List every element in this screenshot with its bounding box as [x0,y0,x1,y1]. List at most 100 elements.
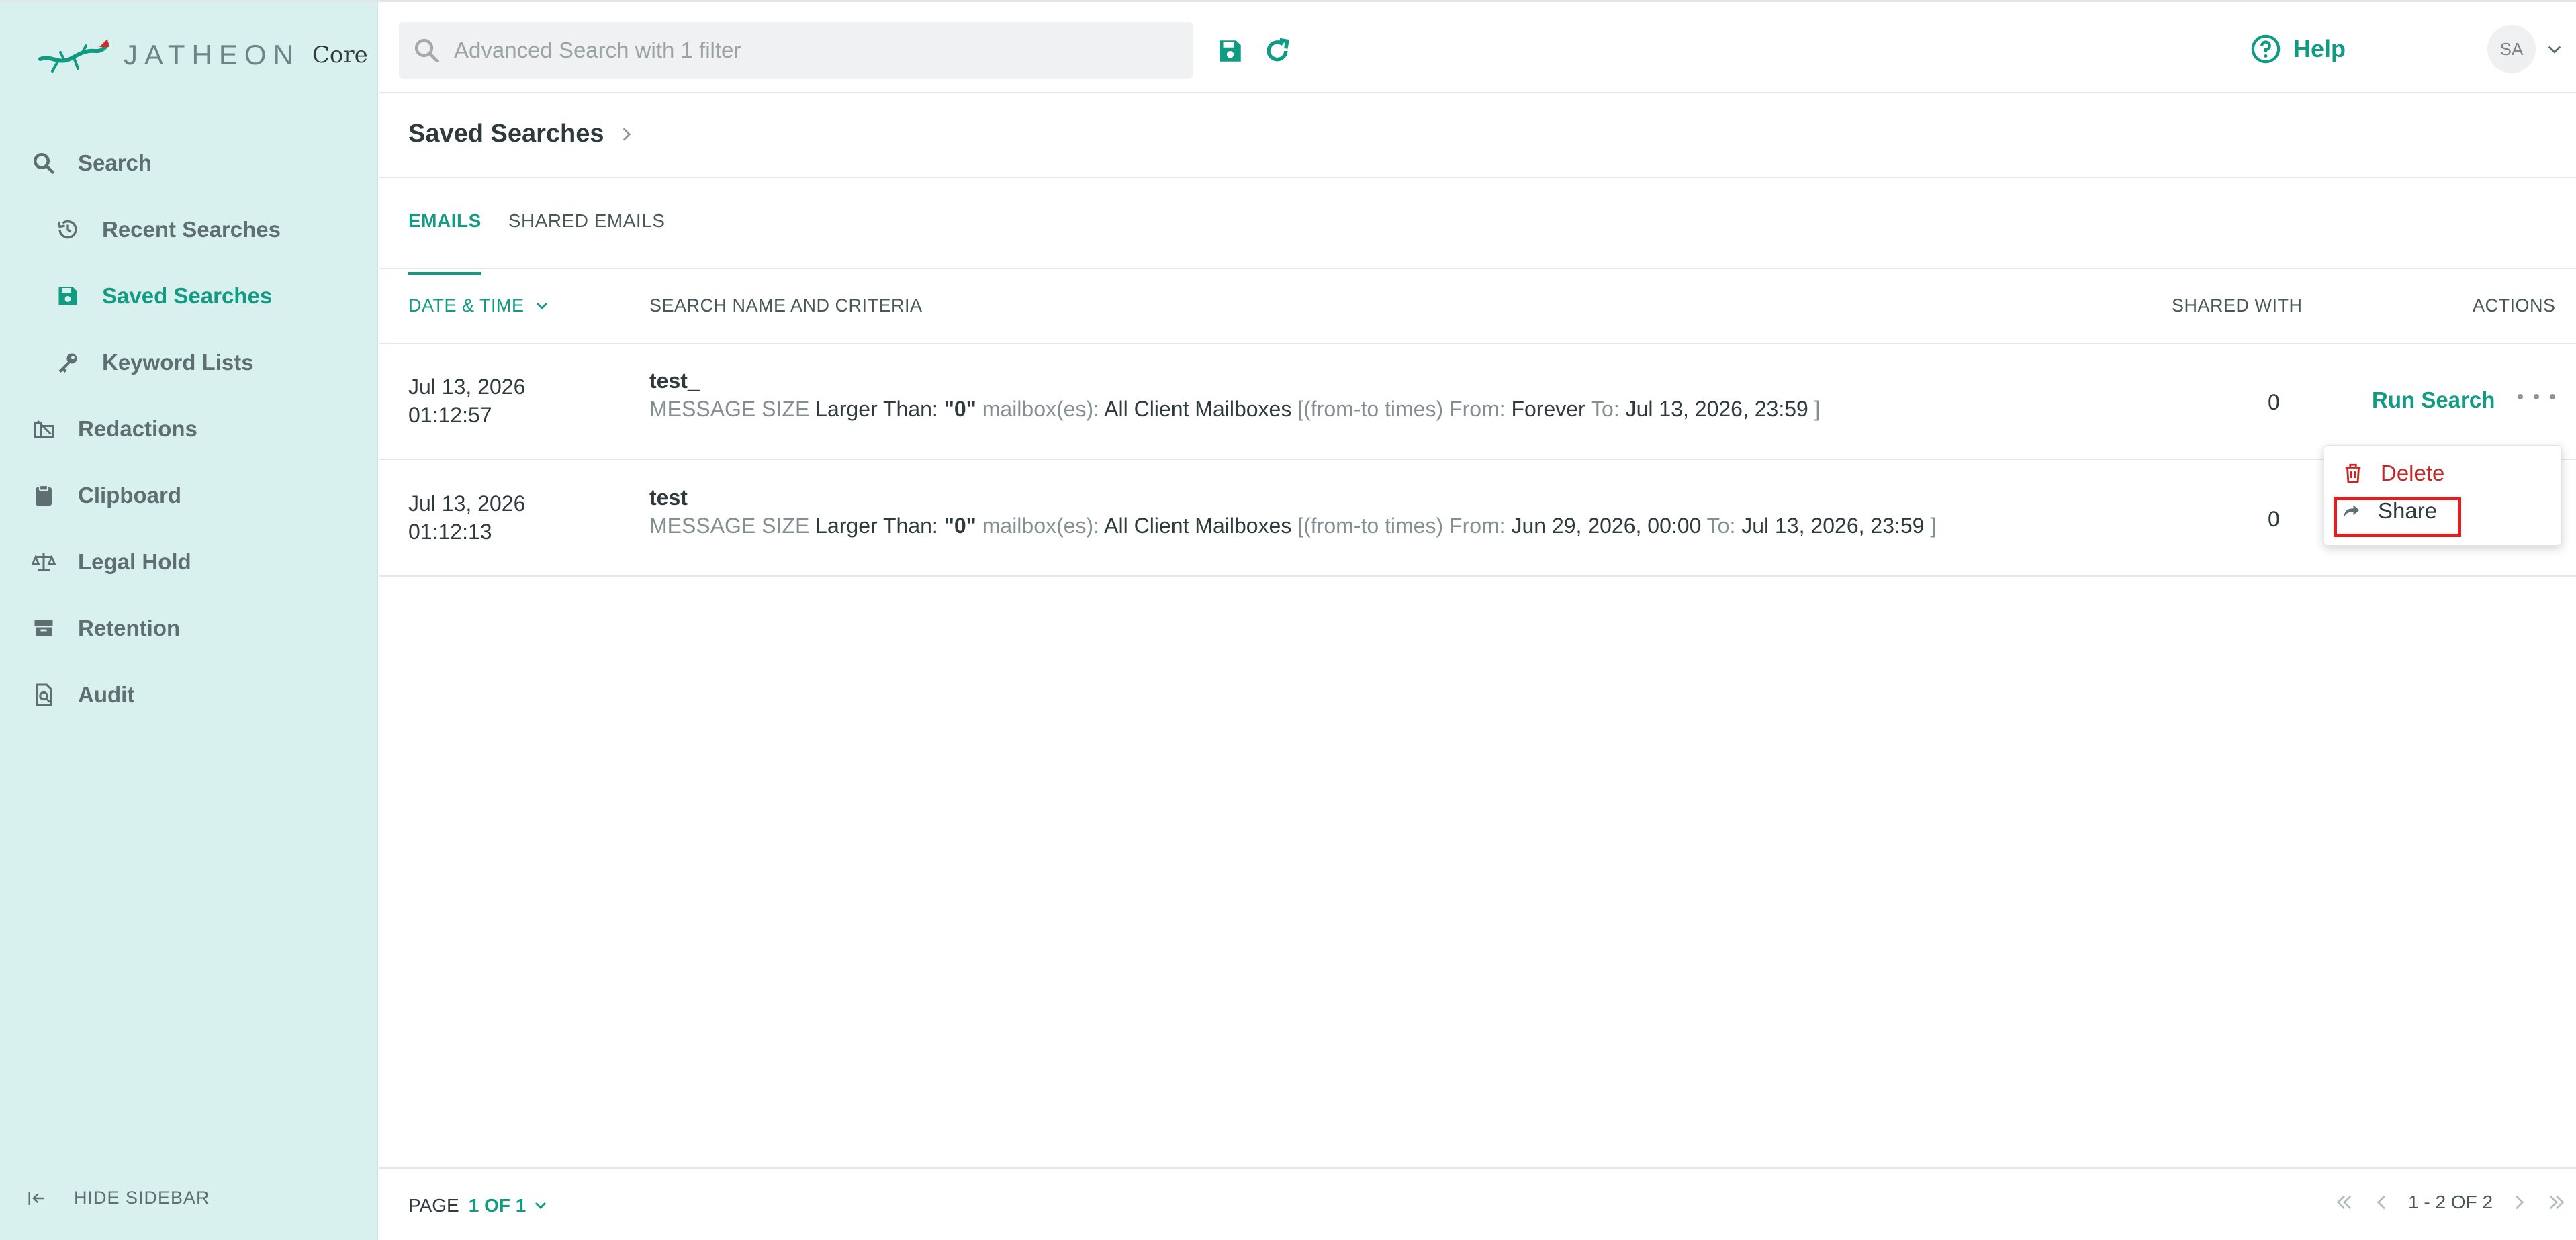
criteria-value: Jul 13, 2026, 23:59 [1741,514,1925,538]
criteria-label: [(from-to times) From: [1297,397,1506,421]
sidebar-item-label: Legal Hold [78,549,191,574]
search-icon [414,38,439,63]
floppy-disk-icon [1220,40,1241,62]
collapse-left-icon [28,1191,44,1205]
key-icon [54,348,82,377]
last-page-button[interactable] [2545,1189,2568,1216]
more-actions-button[interactable] [2518,383,2555,410]
sidebar-item-keyword-lists[interactable]: Keyword Lists [0,329,378,395]
page-label: PAGE [408,1195,459,1216]
dot [2518,394,2523,399]
audit-icon [30,681,58,709]
prev-page-button[interactable] [2371,1189,2393,1216]
chevron-down-icon [536,302,547,309]
search-bar[interactable] [399,22,1193,79]
sidebar-item-search[interactable]: Search [0,130,378,196]
help-circle-icon [2251,34,2281,64]
next-page-button[interactable] [2508,1189,2530,1216]
sidebar-item-label: Clipboard [78,482,181,508]
criteria-value: All Client Mailboxes [1104,397,1292,421]
criteria-value: Jun 29, 2026, 00:00 [1511,514,1702,538]
refresh-button[interactable] [1260,34,1294,68]
chevron-down-icon [2548,46,2561,54]
breadcrumb: Saved Searches [408,120,635,148]
search-name: test_ [649,369,700,393]
criteria-label: ] [1930,514,1937,538]
brand-name: JATHEON [124,39,300,70]
floppy-disk-icon [54,282,82,310]
help-button[interactable]: Help [2250,29,2346,69]
criteria-value: Larger Than: [815,397,938,421]
first-page-button[interactable] [2333,1189,2356,1216]
delete-menu-item[interactable]: Delete [2342,461,2444,486]
sidebar-item-clipboard[interactable]: Clipboard [0,462,378,528]
scale-icon [30,548,58,576]
brand-logo[interactable]: JATHEON Core [38,32,368,79]
hide-sidebar-button[interactable]: HIDE SIDEBAR [27,1188,210,1208]
tab-emails[interactable]: EMAILS [408,210,481,275]
history-icon [54,216,82,244]
archive-icon [30,614,58,642]
column-header-date[interactable]: DATE & TIME [408,295,550,316]
page-select[interactable]: 1 OF 1 [469,1195,549,1217]
double-chevron-right-icon [2549,1195,2565,1210]
search-criteria: MESSAGE SIZE Larger Than: "0" mailbox(es… [649,397,1821,422]
criteria-label: [(from-to times) From: [1297,514,1506,538]
table-row[interactable]: Jul 13, 2026 01:12:57 test_ MESSAGE SIZE… [379,344,2576,460]
page-value: 1 OF 1 [468,1195,526,1216]
column-header-actions: ACTIONS [2473,295,2556,316]
sidebar-item-legal-hold[interactable]: Legal Hold [0,528,378,595]
criteria-value: Jul 13, 2026, 23:59 [1625,397,1808,421]
redaction-icon [30,415,58,443]
help-label: Help [2293,35,2346,62]
criteria-value: All Client Mailboxes [1104,514,1292,538]
row-date: Jul 13, 2026 [408,491,526,516]
criteria-label: To: [1706,514,1736,538]
criteria-label: mailbox(es): [982,514,1099,538]
trash-icon [2345,463,2361,483]
gecko-logo-icon [38,39,109,73]
sidebar: JATHEON Core Search Recent Searches Save… [0,2,378,1240]
dot [2550,394,2555,399]
criteria-label: ] [1814,397,1821,421]
search-icon [30,149,58,177]
sidebar-nav: Search Recent Searches Saved Searches Ke… [0,130,378,728]
divider [379,268,2576,269]
sidebar-item-redactions[interactable]: Redactions [0,395,378,462]
chevron-down-icon [535,1202,547,1210]
sidebar-item-retention[interactable]: Retention [0,595,378,661]
column-header-name: SEARCH NAME AND CRITERIA [649,295,923,316]
row-time: 01:12:13 [408,520,492,544]
criteria-value: Larger Than: [815,514,938,538]
run-search-button[interactable]: Run Search [2372,387,2495,413]
chevron-right-icon [623,127,631,141]
criteria-value: "0" [944,397,976,421]
refresh-icon [1267,38,1289,62]
tab-shared-emails[interactable]: SHARED EMAILS [508,210,665,275]
search-name: test [649,485,688,510]
page-title: Saved Searches [408,120,604,148]
sidebar-item-recent-searches[interactable]: Recent Searches [0,196,378,263]
sidebar-item-audit[interactable]: Audit [0,661,378,728]
user-menu[interactable]: SA [2487,25,2564,73]
delete-label: Delete [2381,461,2445,485]
sidebar-item-label: Search [78,150,152,175]
search-criteria: MESSAGE SIZE Larger Than: "0" mailbox(es… [649,514,1936,538]
double-chevron-left-icon [2336,1195,2352,1210]
chevron-left-icon [2377,1195,2385,1210]
criteria-label: MESSAGE SIZE [649,514,810,538]
save-search-button[interactable] [1213,34,1247,68]
sidebar-item-label: Audit [78,681,135,707]
column-header-label: DATE & TIME [408,295,524,316]
shared-with-count: 0 [2268,390,2280,414]
page-range: 1 - 2 OF 2 [2408,1192,2493,1212]
sidebar-item-label: Saved Searches [102,283,273,308]
app-window: JATHEON Core Search Recent Searches Save… [0,0,2576,1240]
row-date: Jul 13, 2026 [408,375,526,399]
sidebar-item-saved-searches[interactable]: Saved Searches [0,263,378,329]
search-input[interactable] [454,38,1179,63]
chevron-right-icon [2516,1195,2524,1210]
page-indicator: PAGE 1 OF 1 [408,1195,549,1217]
table-row[interactable]: Jul 13, 2026 01:12:13 test MESSAGE SIZE … [379,461,2576,577]
criteria-label: To: [1591,397,1620,421]
